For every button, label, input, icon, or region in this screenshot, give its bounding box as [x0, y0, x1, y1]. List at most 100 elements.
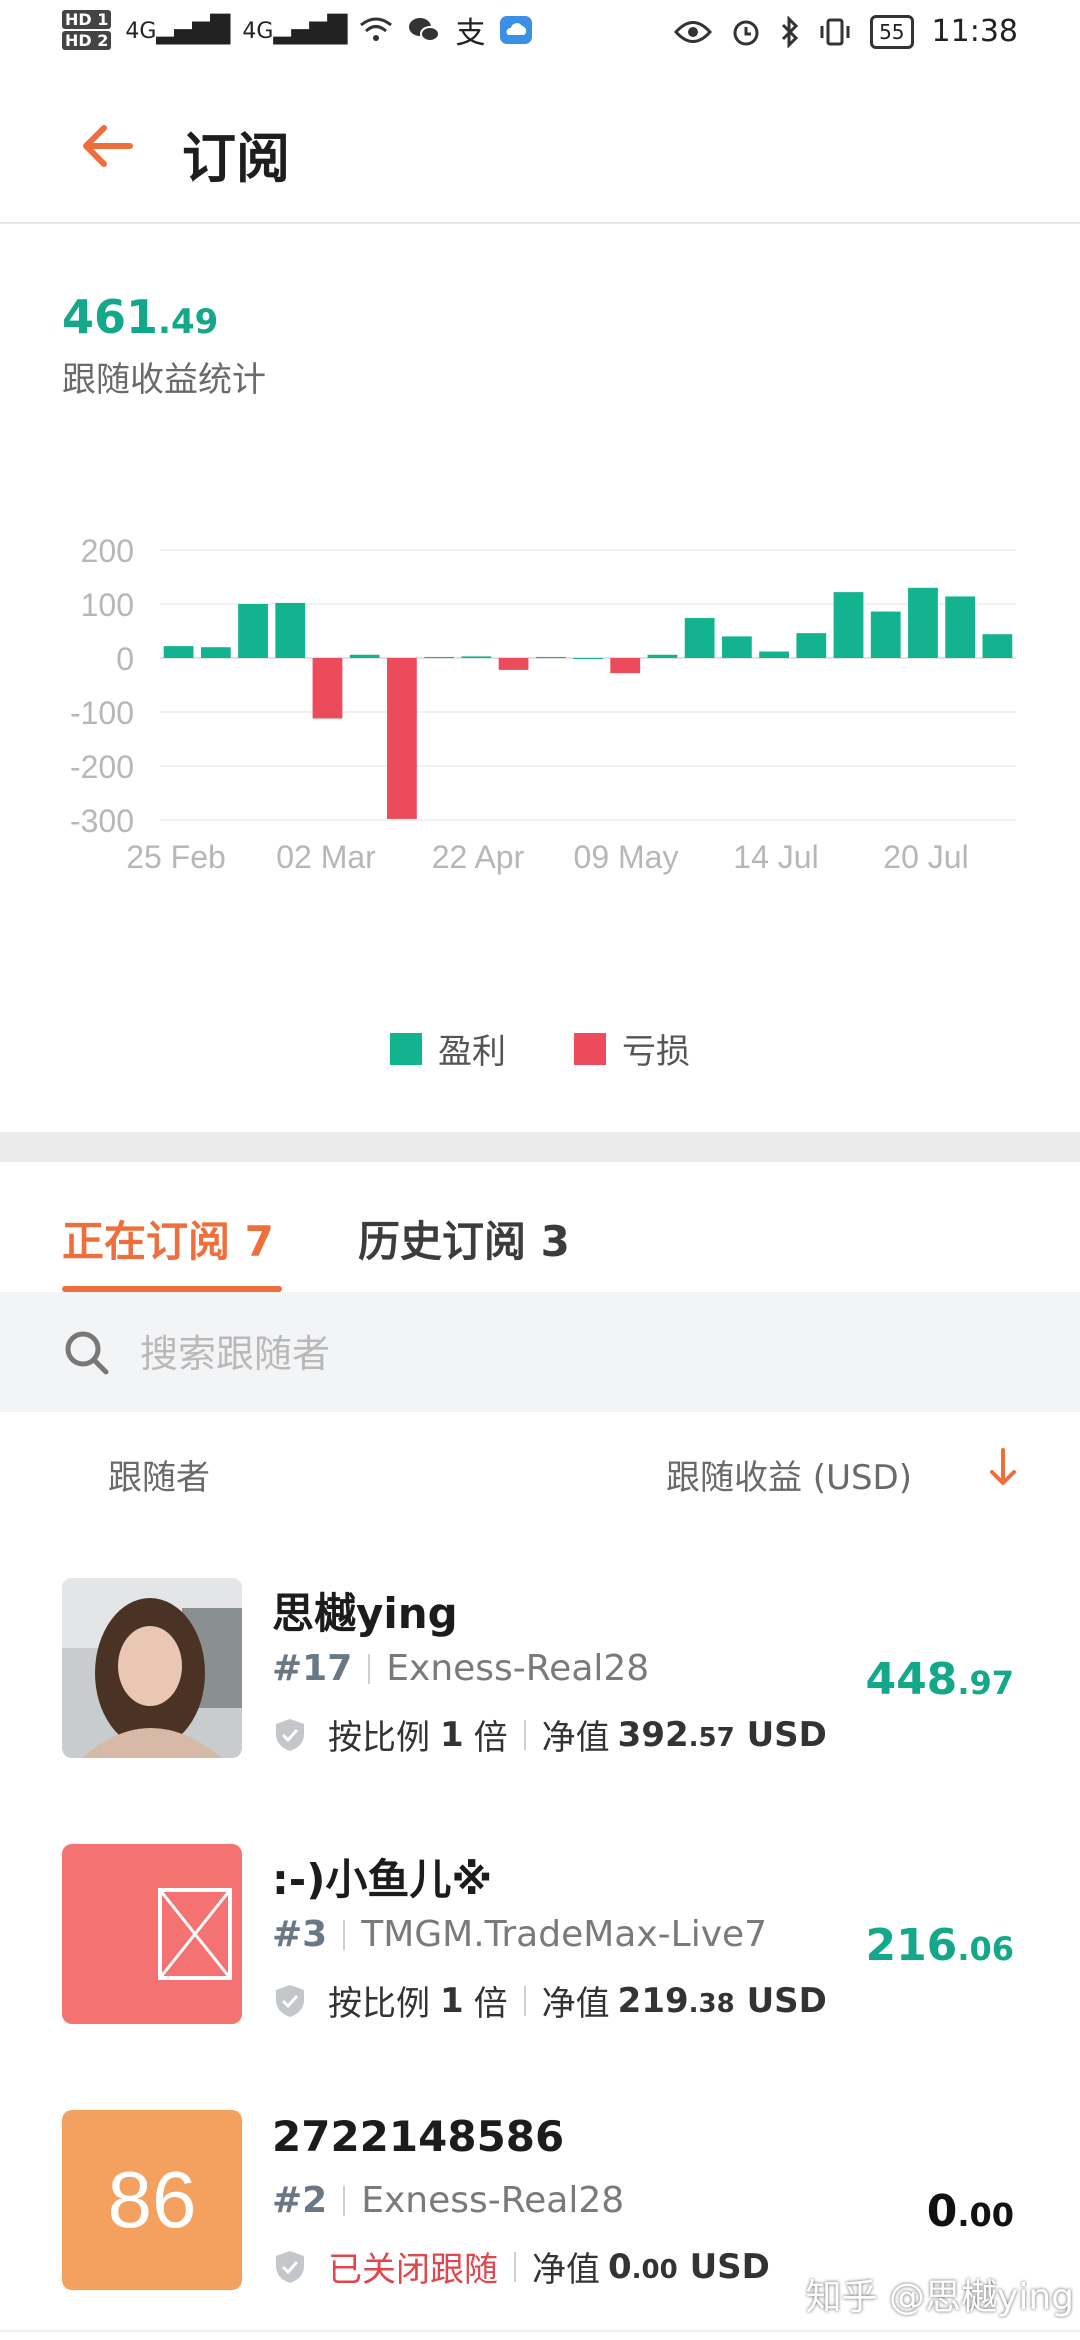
legend-loss: 亏损	[574, 1024, 690, 1073]
broken-image-icon	[158, 1888, 232, 1980]
profit-bar[interactable]	[238, 604, 268, 658]
follower-meta: #17 Exness-Real28	[272, 1648, 649, 1689]
follower-column-header: 跟随者	[108, 1458, 210, 1498]
profit-dec: .06	[957, 1930, 1014, 1968]
signal-bars-icon: ▂▄▆█	[273, 15, 347, 45]
signal-1: 4G▂▄▆█	[125, 15, 230, 45]
tab-history-subscriptions[interactable]: 历史订阅 3	[358, 1208, 570, 1269]
loss-bar[interactable]	[498, 658, 529, 670]
profit-bar[interactable]	[349, 654, 380, 658]
equity-unit: USD	[746, 1714, 827, 1755]
y-tick-label: -100	[70, 695, 134, 731]
hd-badges: HD 1 HD 2	[62, 9, 112, 51]
wechat-icon	[409, 18, 441, 42]
list-header: 跟随者 跟随收益 (USD)	[0, 1412, 1080, 1532]
search-input[interactable]	[138, 1318, 1022, 1390]
profit-int: 216	[865, 1920, 958, 1971]
alipay-icon: 支	[455, 16, 486, 51]
eye-icon	[674, 20, 713, 43]
total-profit-label: 跟随收益统计	[62, 360, 266, 400]
follower-detail: 按比例 1 倍 净值 219.38 USD	[272, 1976, 827, 2025]
profit-bar[interactable]	[647, 654, 678, 658]
y-tick-label: -200	[70, 749, 134, 785]
search-bar	[0, 1292, 1080, 1412]
subscription-tabs: 正在订阅 7 历史订阅 3	[0, 1162, 1080, 1294]
profit-bar[interactable]	[424, 656, 455, 658]
watermark: 知乎 @思樾ying	[805, 2277, 1074, 2318]
legend-profit-label: 盈利	[438, 1032, 506, 1072]
y-tick-label: -300	[70, 803, 134, 839]
ratio-suffix: 倍	[473, 1984, 508, 2024]
profit-bar[interactable]	[908, 587, 938, 658]
tab-active-subscriptions[interactable]: 正在订阅 7	[62, 1208, 274, 1269]
y-tick-label: 200	[81, 533, 134, 569]
equity-value: 0.00 USD	[608, 2247, 770, 2287]
follower-profit: 448.97	[865, 1654, 1014, 1705]
avatar	[62, 1844, 242, 2024]
equity-label: 净值	[541, 1718, 610, 1758]
legend-loss-label: 亏损	[622, 1032, 690, 1072]
follower-profit: 0.00	[927, 2186, 1014, 2237]
follow-closed-label: 已关闭跟随	[328, 2250, 498, 2290]
profit-column-header[interactable]: 跟随收益 (USD)	[666, 1450, 912, 1499]
ratio-value: 1	[440, 1980, 464, 2021]
sort-down-arrow-icon[interactable]	[978, 1442, 1028, 1492]
profit-bar[interactable]	[535, 656, 566, 658]
profit-bar[interactable]	[759, 651, 789, 658]
divider	[343, 2185, 346, 2216]
equity-int: 0	[608, 2246, 632, 2287]
profit-bar[interactable]	[163, 646, 194, 658]
profit-bar-chart: 200 100 0 -100 -200 -30025 Feb 02 Mar 22 Apr 09 …	[70, 533, 1016, 875]
avatar: 86	[62, 2110, 242, 2290]
loss-bar[interactable]	[312, 658, 343, 719]
total-profit: 461.49	[62, 290, 218, 344]
hd1-badge: HD 1	[62, 10, 112, 29]
profit-bar[interactable]	[721, 636, 752, 658]
ratio-value: 1	[440, 1714, 464, 1755]
follower-row[interactable]: :-)小鱼儿※ #3 TMGM.TradeMax-Live7 按比例 1 倍 净值 2…	[0, 1798, 1080, 2066]
total-profit-int: 461	[62, 290, 159, 344]
avatar-initials: 86	[107, 2155, 197, 2244]
battery-icon: 55	[870, 14, 914, 49]
loss-bar[interactable]	[387, 658, 417, 819]
divider	[523, 1719, 526, 1750]
follower-meta: #2 Exness-Real28	[272, 2180, 624, 2221]
equity-label: 净值	[541, 1984, 610, 2024]
bluetooth-icon	[782, 15, 799, 48]
equity-dec: .38	[688, 1988, 735, 2019]
back-arrow-icon[interactable]	[78, 116, 138, 176]
profit-bar[interactable]	[573, 658, 603, 659]
divider	[523, 1985, 526, 2016]
search-icon	[65, 1331, 109, 1375]
tab-active-label: 正在订阅	[62, 1217, 231, 1266]
legend-profit-swatch	[390, 1032, 422, 1065]
vibrate-icon	[820, 18, 850, 45]
net1-label: 4G	[125, 19, 157, 44]
profit-bar[interactable]	[945, 596, 976, 658]
profit-bar[interactable]	[461, 656, 492, 658]
follower-meta: #3 TMGM.TradeMax-Live7	[272, 1914, 767, 1955]
loss-bar[interactable]	[610, 658, 641, 674]
shield-check-icon	[276, 1718, 304, 1751]
ratio-prefix: 按比例	[328, 1718, 430, 1758]
equity-dec: .57	[688, 1722, 735, 1753]
profit-bar[interactable]	[200, 647, 231, 658]
avatar	[62, 1578, 242, 1758]
tab-history-label: 历史订阅	[358, 1217, 527, 1266]
status-bar: HD 1 HD 2 4G▂▄▆█ 4G▂▄▆█ 支 55 11:38	[0, 0, 1080, 72]
follower-rank: #3	[272, 1914, 328, 1955]
clock: 11:38	[931, 14, 1018, 49]
profit-bar[interactable]	[796, 633, 827, 658]
follower-row[interactable]: 思樾ying #17 Exness-Real28 按比例 1 倍 净值 392.57 …	[0, 1532, 1080, 1800]
shield-check-icon	[276, 1984, 304, 2017]
profit-bar[interactable]	[982, 634, 1013, 658]
equity-int: 219	[617, 1980, 689, 2021]
profit-bar[interactable]	[833, 592, 864, 658]
legend-loss-swatch	[574, 1032, 606, 1065]
signal-bars-icon: ▂▄▆█	[156, 15, 230, 45]
hd2-badge: HD 2	[62, 31, 112, 50]
profit-bar[interactable]	[870, 611, 901, 658]
profit-bar[interactable]	[684, 618, 715, 658]
profit-bar[interactable]	[275, 602, 306, 658]
wifi-icon	[360, 17, 393, 41]
